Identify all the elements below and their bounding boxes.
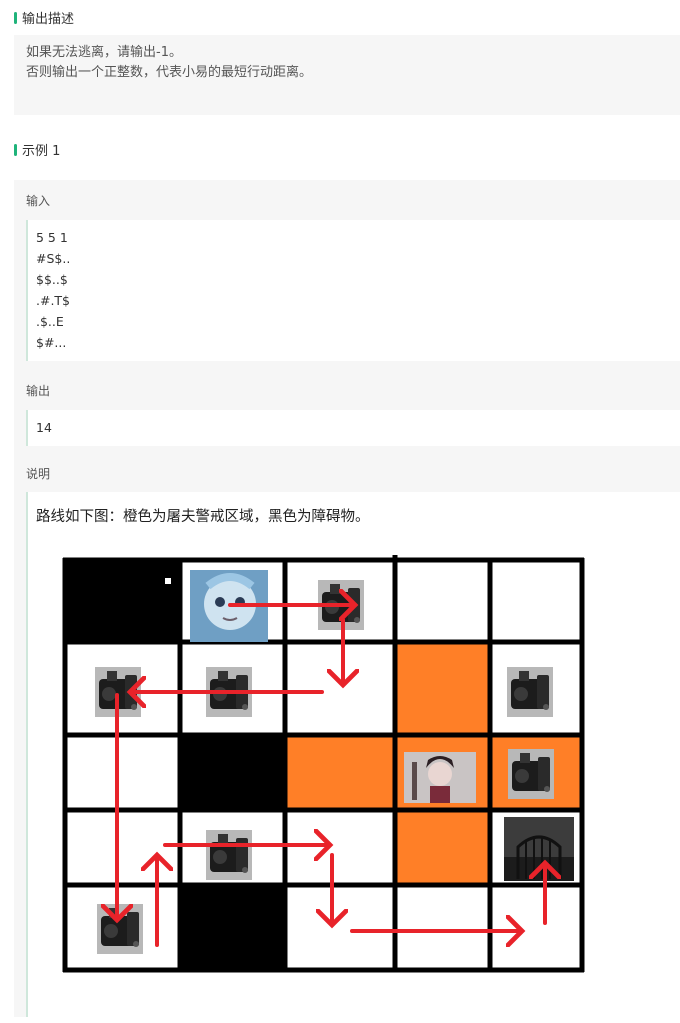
butcher-icon bbox=[404, 752, 476, 803]
input-line: $$..$ bbox=[36, 272, 68, 287]
motor-icon bbox=[206, 830, 252, 880]
input-line: 5 5 1 bbox=[36, 230, 68, 245]
cell-obstacle bbox=[65, 560, 180, 642]
section-title-example: 示例 1 bbox=[14, 140, 60, 159]
cell-mark bbox=[165, 578, 171, 584]
cell-guard-zone bbox=[395, 810, 490, 885]
explain-text: 路线如下图：橙色为屠夫警戒区域，黑色为障碍物。 bbox=[36, 509, 370, 525]
title-accent-bar bbox=[14, 143, 17, 156]
explain-label: 说明 bbox=[26, 467, 51, 481]
input-line: .$..E bbox=[36, 314, 64, 329]
cell-obstacle bbox=[180, 885, 285, 968]
cell-guard-zone bbox=[285, 735, 395, 810]
motor-icon bbox=[507, 667, 553, 717]
exit-gate-icon bbox=[504, 817, 574, 881]
input-line: $#... bbox=[36, 335, 67, 350]
cell-obstacle bbox=[180, 735, 285, 810]
example-title: 示例 1 bbox=[22, 144, 61, 159]
output-desc-line-2: 否则输出一个正整数，代表小易的最短行动距离。 bbox=[26, 65, 313, 80]
output-desc-title: 输出描述 bbox=[22, 12, 75, 27]
cell-guard-zone bbox=[395, 642, 490, 735]
output-value: 14 bbox=[36, 420, 52, 435]
motor-icon bbox=[97, 904, 143, 954]
input-line: .#.T$ bbox=[36, 293, 71, 308]
motor-icon bbox=[508, 749, 554, 799]
output-desc-line-1: 如果无法逃离，请输出-1。 bbox=[26, 45, 182, 60]
input-code-block bbox=[26, 220, 680, 361]
output-code-block bbox=[26, 410, 680, 446]
input-line: #S$.. bbox=[36, 251, 71, 266]
output-label: 输出 bbox=[26, 384, 51, 398]
section-title-output-desc: 输出描述 bbox=[14, 8, 74, 27]
escape-route-diagram bbox=[62, 555, 585, 973]
input-label: 输入 bbox=[26, 194, 51, 208]
title-accent-bar bbox=[14, 11, 17, 24]
